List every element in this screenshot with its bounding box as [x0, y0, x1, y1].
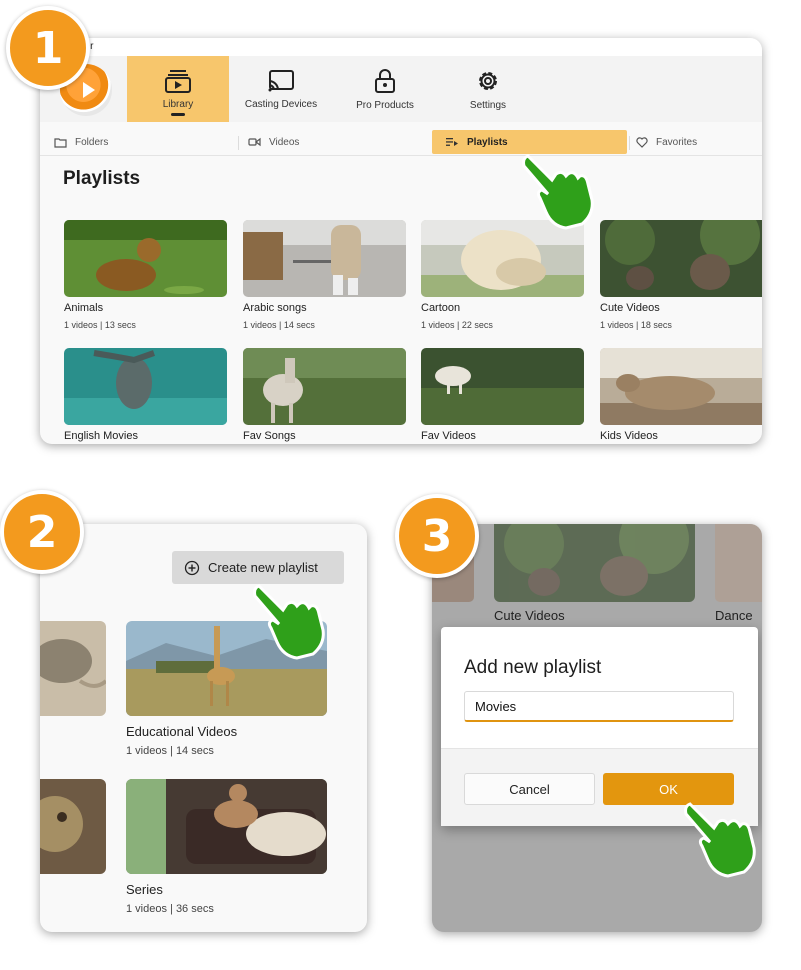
page-title: Playlists: [63, 168, 141, 189]
playlist-title: Fav Songs: [243, 430, 296, 442]
step-1-badge: 1: [6, 6, 90, 90]
playlist-title: Dance: [715, 608, 753, 623]
video-camera-icon: [248, 137, 261, 147]
hand-pointer-icon: [522, 154, 594, 230]
playlist-meta: 1 videos | 14 secs: [126, 745, 214, 757]
playlist-thumbnail-animals[interactable]: [64, 220, 227, 297]
tab-videos[interactable]: Videos: [234, 130, 424, 154]
window-title: ayer: [40, 38, 762, 56]
library-icon: [165, 69, 191, 93]
playlist-thumbnail-fav-videos[interactable]: [421, 348, 584, 425]
tab-favorites-label: Favorites: [656, 136, 698, 148]
library-screenshot-panel: ayer Library Casting Devices Pro Product…: [40, 38, 762, 444]
tab-folders-label: Folders: [75, 136, 109, 148]
step-2-badge: 2: [0, 490, 84, 574]
playlist-title: Fav Videos: [421, 430, 476, 442]
create-button-label: Create new playlist: [208, 560, 318, 575]
dialog-title: Add new playlist: [464, 657, 602, 678]
top-toolbar: Library Casting Devices Pro Products Set…: [40, 56, 762, 122]
playlist-thumbnail-fav-songs[interactable]: [243, 348, 406, 425]
nav-pro-products[interactable]: Pro Products: [345, 56, 425, 122]
nav-casting-label: Casting Devices: [244, 98, 318, 110]
gear-icon: [479, 71, 497, 90]
playlist-title: Cartoon: [421, 302, 461, 314]
tab-folders[interactable]: Folders: [40, 130, 230, 154]
playlist-thumbnail-dance: [715, 524, 762, 602]
tab-videos-label: Videos: [269, 136, 300, 148]
library-tabs: Folders Videos Playlists Favorites: [40, 128, 762, 156]
tab-playlists-label: Playlists: [467, 136, 508, 148]
playlist-title: English Movies: [64, 430, 138, 442]
create-new-playlist-button[interactable]: Create new playlist: [172, 551, 344, 584]
playlist-thumbnail-cute-videos: [494, 524, 695, 602]
playlist-thumbnail-cute-videos[interactable]: [600, 220, 762, 297]
playlist-thumbnail-kids-videos[interactable]: [600, 348, 762, 425]
playlist-title: Cute Videos: [494, 608, 565, 623]
heart-icon: [636, 136, 648, 148]
playlist-name-input[interactable]: Movies: [464, 691, 734, 722]
add-circle-icon: [184, 560, 200, 575]
hand-pointer-icon: [684, 802, 756, 878]
playlist-title: Arabic songs: [243, 302, 307, 314]
playlist-title: Cute Videos: [600, 302, 660, 314]
playlist-thumbnail-partial[interactable]: [40, 779, 106, 874]
playlist-meta: 1 videos | 13 secs: [64, 320, 136, 330]
playlist-thumbnail-cartoon[interactable]: [421, 220, 584, 297]
nav-casting-devices[interactable]: Casting Devices: [240, 56, 322, 122]
cancel-button[interactable]: Cancel: [464, 773, 595, 805]
hand-pointer-icon: [253, 584, 325, 660]
nav-library-label: Library: [162, 98, 194, 110]
playlist-title: Animals: [64, 302, 104, 314]
playlist-icon: [446, 138, 458, 146]
playlist-title: Kids Videos: [600, 430, 658, 442]
playlist-meta: 1 videos | 14 secs: [243, 320, 315, 330]
playlist-title: Series: [126, 882, 163, 897]
playlist-meta: 1 videos | 18 secs: [600, 320, 672, 330]
playlist-thumbnail-partial[interactable]: [40, 621, 106, 716]
add-playlist-dialog: Add new playlist Movies Cancel OK: [441, 627, 758, 826]
cast-icon: [268, 69, 294, 91]
playlist-meta: 1 videos | 22 secs: [421, 320, 493, 330]
step-3-badge: 3: [395, 494, 479, 578]
nav-library[interactable]: Library: [127, 56, 229, 122]
playlist-title: Educational Videos: [126, 724, 238, 739]
nav-settings[interactable]: Settings: [448, 56, 528, 122]
active-indicator: [171, 113, 185, 116]
playlist-meta: 1 videos | 36 secs: [126, 903, 214, 915]
nav-pro-label: Pro Products: [356, 99, 414, 111]
folder-icon: [54, 137, 67, 148]
lock-icon: [375, 68, 395, 93]
nav-settings-label: Settings: [469, 99, 507, 111]
tab-favorites[interactable]: Favorites: [622, 130, 762, 154]
playlist-thumbnail-series[interactable]: [126, 779, 327, 874]
playlist-thumbnail-english-movies[interactable]: [64, 348, 227, 425]
tab-playlists[interactable]: Playlists: [432, 130, 627, 154]
playlist-thumbnail-arabic-songs[interactable]: [243, 220, 406, 297]
